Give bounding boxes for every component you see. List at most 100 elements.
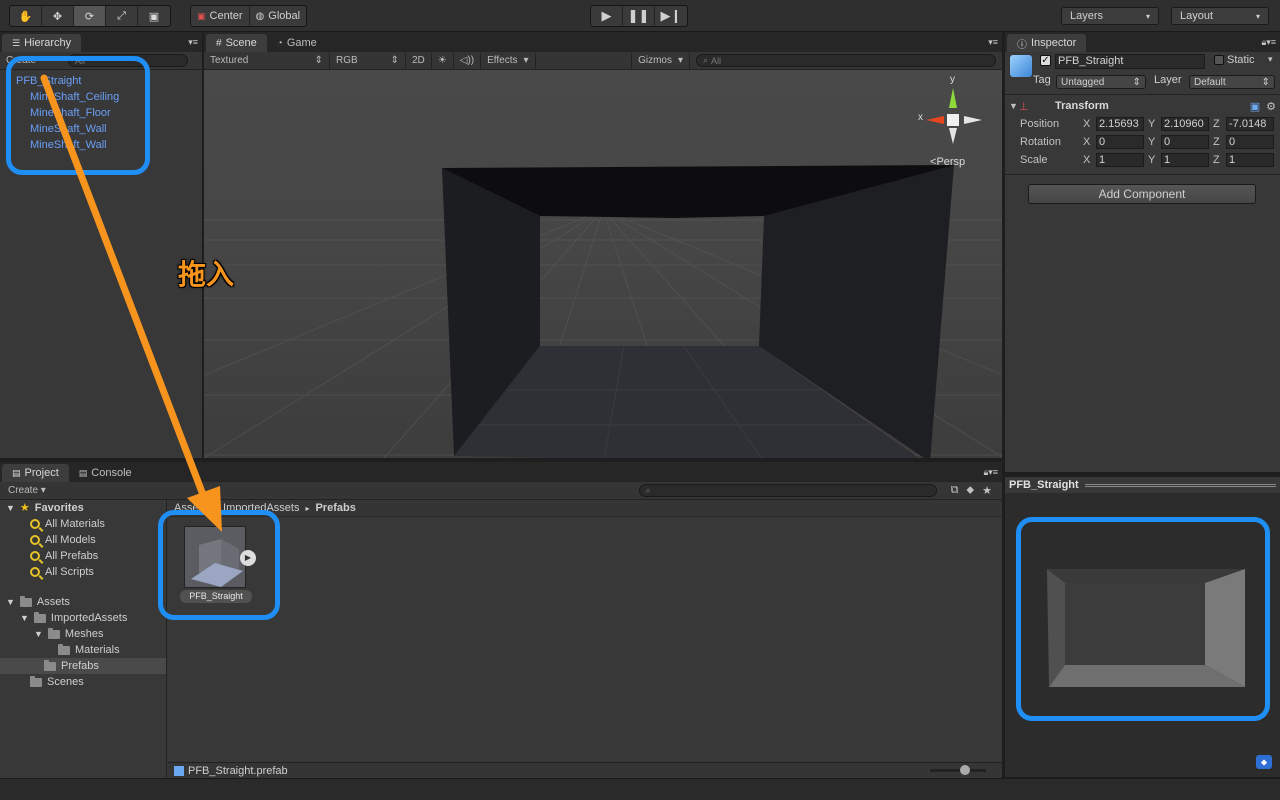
toggle-2d-button[interactable]: 2D xyxy=(406,52,432,69)
scale-x-field[interactable]: 1 xyxy=(1096,153,1144,167)
tab-hierarchy-label: Hierarchy xyxy=(24,37,72,49)
inspector-panel: ⓘ Inspector 🔒︎▾≡ ✓ PFB_Straight Static ▾… xyxy=(1005,32,1280,472)
asset-label-icon[interactable]: ⬥ xyxy=(1256,755,1272,769)
scene-viewport[interactable]: y x <Persp xyxy=(204,70,1002,458)
breadcrumb-prefabs[interactable]: Prefabs xyxy=(315,502,355,514)
foldout-arrow-icon: ▼ xyxy=(20,613,29,623)
scale-tool-button[interactable]: ⤢ xyxy=(106,6,138,26)
filter-type-icon[interactable]: ⧉ xyxy=(951,484,959,497)
rect-tool-button[interactable]: ▣ xyxy=(138,6,170,26)
tab-console[interactable]: ▤ Console xyxy=(69,464,142,482)
scale-y-field[interactable]: 1 xyxy=(1161,153,1209,167)
pivot-global-button[interactable]: ◍ Global xyxy=(250,6,307,26)
transform-header[interactable]: ▼ ⊥ Transform ▣ ⚙ xyxy=(1005,97,1280,115)
orientation-gizmo[interactable]: y x <Persp xyxy=(916,74,998,174)
toggle-2d-label: 2D xyxy=(412,55,425,66)
position-x-field[interactable]: 2.15693 xyxy=(1096,117,1144,131)
panel-menu-icon[interactable]: ▾≡ xyxy=(988,37,998,48)
transform-tools: ✋ ✥ ⟳ ⤢ ▣ xyxy=(9,5,171,27)
play-button[interactable]: ▶ xyxy=(591,6,623,26)
folder-materials[interactable]: Materials xyxy=(0,642,166,658)
scale-z-field[interactable]: 1 xyxy=(1226,153,1274,167)
object-name-field[interactable]: PFB_Straight xyxy=(1055,54,1205,69)
rotation-x-field[interactable]: 0 xyxy=(1096,135,1144,149)
transform-title: Transform xyxy=(1055,100,1109,112)
chevron-down-icon[interactable]: ▾ xyxy=(1268,54,1273,65)
help-book-icon[interactable]: ▣ xyxy=(1250,100,1260,113)
panel-menu-icon[interactable]: ▾≡ xyxy=(188,37,198,48)
breadcrumb: Assets ▸ ImportedAssets ▸ Prefabs xyxy=(168,500,1002,517)
favorite-all-models[interactable]: All Models xyxy=(0,532,166,548)
preview-highlight-box xyxy=(1016,517,1270,721)
pause-button[interactable]: ❚❚ xyxy=(623,6,655,26)
chevron-down-icon: ▾ xyxy=(523,55,529,66)
position-z-field[interactable]: -7.0148 xyxy=(1226,117,1274,131)
filter-label-icon[interactable]: ⬥ xyxy=(966,484,974,497)
folder-meshes[interactable]: ▼ Meshes xyxy=(0,626,166,642)
zoom-slider[interactable] xyxy=(930,765,986,775)
project-search-input[interactable]: ⌕ xyxy=(638,484,937,497)
persp-label[interactable]: <Persp xyxy=(930,156,965,168)
rotate-tool-button[interactable]: ⟳ xyxy=(74,6,106,26)
tab-hierarchy[interactable]: ☰ Hierarchy xyxy=(2,34,82,52)
pivot-center-button[interactable]: ▣ Center xyxy=(191,6,250,26)
add-component-button[interactable]: Add Component xyxy=(1028,184,1256,204)
tab-game[interactable]: ◔ Game xyxy=(267,34,327,52)
preview-divider xyxy=(1084,483,1276,487)
assets-root[interactable]: ▼ Assets xyxy=(0,594,166,610)
layers-dropdown[interactable]: Layers ▾ xyxy=(1061,7,1159,25)
layout-dropdown[interactable]: Layout ▾ xyxy=(1171,7,1269,25)
tab-inspector[interactable]: ⓘ Inspector xyxy=(1007,34,1087,52)
step-button[interactable]: ▶❙ xyxy=(655,6,687,26)
move-tool-button[interactable]: ✥ xyxy=(42,6,74,26)
folder-imported-assets[interactable]: ▼ ImportedAssets xyxy=(0,610,166,626)
shading-mode-dropdown[interactable]: Textured ⇕ xyxy=(204,52,330,69)
hand-tool-button[interactable]: ✋ xyxy=(10,6,42,26)
layout-label: Layout xyxy=(1180,10,1214,22)
asset-grid: ▶ PFB_Straight xyxy=(168,518,1002,762)
tab-inspector-label: Inspector xyxy=(1031,37,1077,49)
tab-scene[interactable]: # Scene xyxy=(206,34,267,52)
inspector-tabbar: ⓘ Inspector 🔒︎▾≡ xyxy=(1005,32,1280,52)
list-icon: ☰ xyxy=(12,37,21,48)
gizmos-dropdown[interactable]: Gizmos ▾ xyxy=(631,52,690,69)
chevron-down-icon: ▾ xyxy=(1145,11,1150,21)
layer-dropdown[interactable]: Default ⇕ xyxy=(1189,75,1275,89)
favorite-all-scripts[interactable]: All Scripts xyxy=(0,564,166,580)
lock-icon[interactable]: 🔒︎▾≡ xyxy=(1261,37,1276,48)
tab-project[interactable]: ▤ Project xyxy=(2,464,69,482)
selected-file-label: PFB_Straight.prefab xyxy=(188,764,288,777)
rotation-z-field[interactable]: 0 xyxy=(1226,135,1274,149)
render-mode-dropdown[interactable]: RGB ⇕ xyxy=(330,52,406,69)
scene-search-input[interactable]: ⌕ All xyxy=(696,54,996,67)
hand-icon: ✋ xyxy=(18,10,33,23)
favorites-header[interactable]: ▼ ★ Favorites xyxy=(0,500,166,516)
tag-dropdown[interactable]: Untagged ⇕ xyxy=(1056,75,1146,89)
pivot-global-label: Global xyxy=(268,10,301,22)
star-icon[interactable]: ★ xyxy=(982,484,992,497)
position-y-field[interactable]: 2.10960 xyxy=(1161,117,1209,131)
pacman-icon: ◔ xyxy=(276,37,283,49)
lighting-toggle[interactable]: ☀ xyxy=(432,52,454,69)
project-create-button[interactable]: Create ▾ xyxy=(0,485,54,496)
favorite-all-materials[interactable]: All Materials xyxy=(0,516,166,532)
effects-dropdown[interactable]: Effects ▾ xyxy=(481,52,536,69)
zoom-slider-thumb[interactable] xyxy=(960,765,970,775)
tab-game-label: Game xyxy=(286,37,317,49)
audio-toggle[interactable]: ◁)) xyxy=(454,52,482,69)
chevron-down-icon: ▾ xyxy=(677,55,683,66)
favorite-all-prefabs[interactable]: All Prefabs xyxy=(0,548,166,564)
static-checkbox[interactable] xyxy=(1214,55,1224,65)
foldout-arrow-icon: ▼ xyxy=(6,503,15,513)
tab-project-label: Project xyxy=(24,467,59,479)
rotation-y-field[interactable]: 0 xyxy=(1161,135,1209,149)
layers-label: Layers xyxy=(1070,10,1104,22)
gear-icon[interactable]: ⚙ xyxy=(1266,100,1276,113)
folder-scenes[interactable]: Scenes xyxy=(0,674,166,690)
lock-icon[interactable]: 🔒︎▾≡ xyxy=(983,467,998,478)
rotation-label: Rotation xyxy=(1020,136,1061,148)
folder-prefabs[interactable]: Prefabs xyxy=(0,658,166,674)
active-checkbox[interactable]: ✓ xyxy=(1040,55,1051,66)
position-row: Position X 2.15693 Y 2.10960 Z -7.0148 xyxy=(1005,115,1280,133)
scene-panel: # Scene ◔ Game ▾≡ Textured ⇕ RGB ⇕ 2D ☀ ◁)… xyxy=(204,32,1002,458)
